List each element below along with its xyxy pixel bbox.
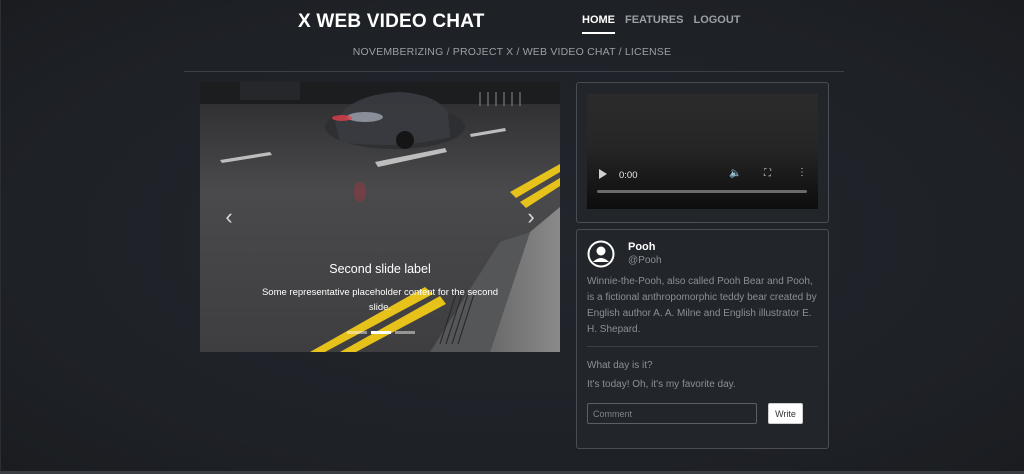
carousel-indicator[interactable] bbox=[347, 331, 367, 334]
chevron-left-icon: ‹ bbox=[225, 204, 233, 229]
carousel-caption-title: Second slide label bbox=[329, 262, 431, 276]
carousel-prev-button[interactable]: ‹ bbox=[214, 202, 244, 232]
profile-bio: Winnie-the-Pooh, also called Pooh Bear a… bbox=[587, 276, 817, 335]
write-button[interactable]: Write bbox=[768, 403, 803, 424]
nav-logout[interactable]: LOGOUT bbox=[693, 14, 740, 34]
user-avatar-icon bbox=[587, 240, 615, 268]
video-time: 0:00 bbox=[619, 170, 638, 181]
main-nav: HOME FEATURES LOGOUT bbox=[582, 14, 741, 34]
video-progress-bar[interactable] bbox=[597, 190, 807, 193]
nav-features[interactable]: FEATURES bbox=[625, 14, 683, 34]
nav-home[interactable]: HOME bbox=[582, 14, 615, 34]
profile-card: Pooh @Pooh Winnie-the-Pooh, also called … bbox=[576, 229, 829, 449]
video-player[interactable]: 0:00 🔈 ⛶ ⋮ bbox=[587, 94, 818, 209]
card-divider bbox=[587, 346, 818, 347]
site-title: X WEB VIDEO CHAT bbox=[298, 11, 485, 32]
carousel-indicators bbox=[347, 331, 415, 334]
profile-name: Pooh bbox=[628, 241, 656, 253]
carousel-caption-text: Some representative placeholder content … bbox=[261, 287, 499, 313]
image-carousel[interactable]: ‹ › Second slide label Some representati… bbox=[200, 82, 560, 352]
carousel-next-button[interactable]: › bbox=[516, 202, 546, 232]
comment-item: What day is it? bbox=[587, 360, 653, 371]
header-divider bbox=[184, 71, 844, 72]
chevron-right-icon: › bbox=[527, 204, 535, 229]
video-card: 0:00 🔈 ⛶ ⋮ bbox=[576, 82, 829, 223]
more-icon[interactable]: ⋮ bbox=[797, 167, 807, 178]
play-icon[interactable] bbox=[599, 169, 607, 179]
fullscreen-icon[interactable]: ⛶ bbox=[764, 168, 771, 179]
carousel-indicator[interactable] bbox=[395, 331, 415, 334]
breadcrumb: NOVEMBERIZING / PROJECT X / WEB VIDEO CH… bbox=[352, 46, 672, 58]
comment-input[interactable] bbox=[587, 403, 757, 424]
carousel-indicator-active[interactable] bbox=[371, 331, 391, 334]
comment-item: It's today! Oh, it's my favorite day. bbox=[587, 379, 736, 390]
volume-icon[interactable]: 🔈 bbox=[729, 168, 741, 179]
profile-handle: @Pooh bbox=[628, 255, 662, 266]
